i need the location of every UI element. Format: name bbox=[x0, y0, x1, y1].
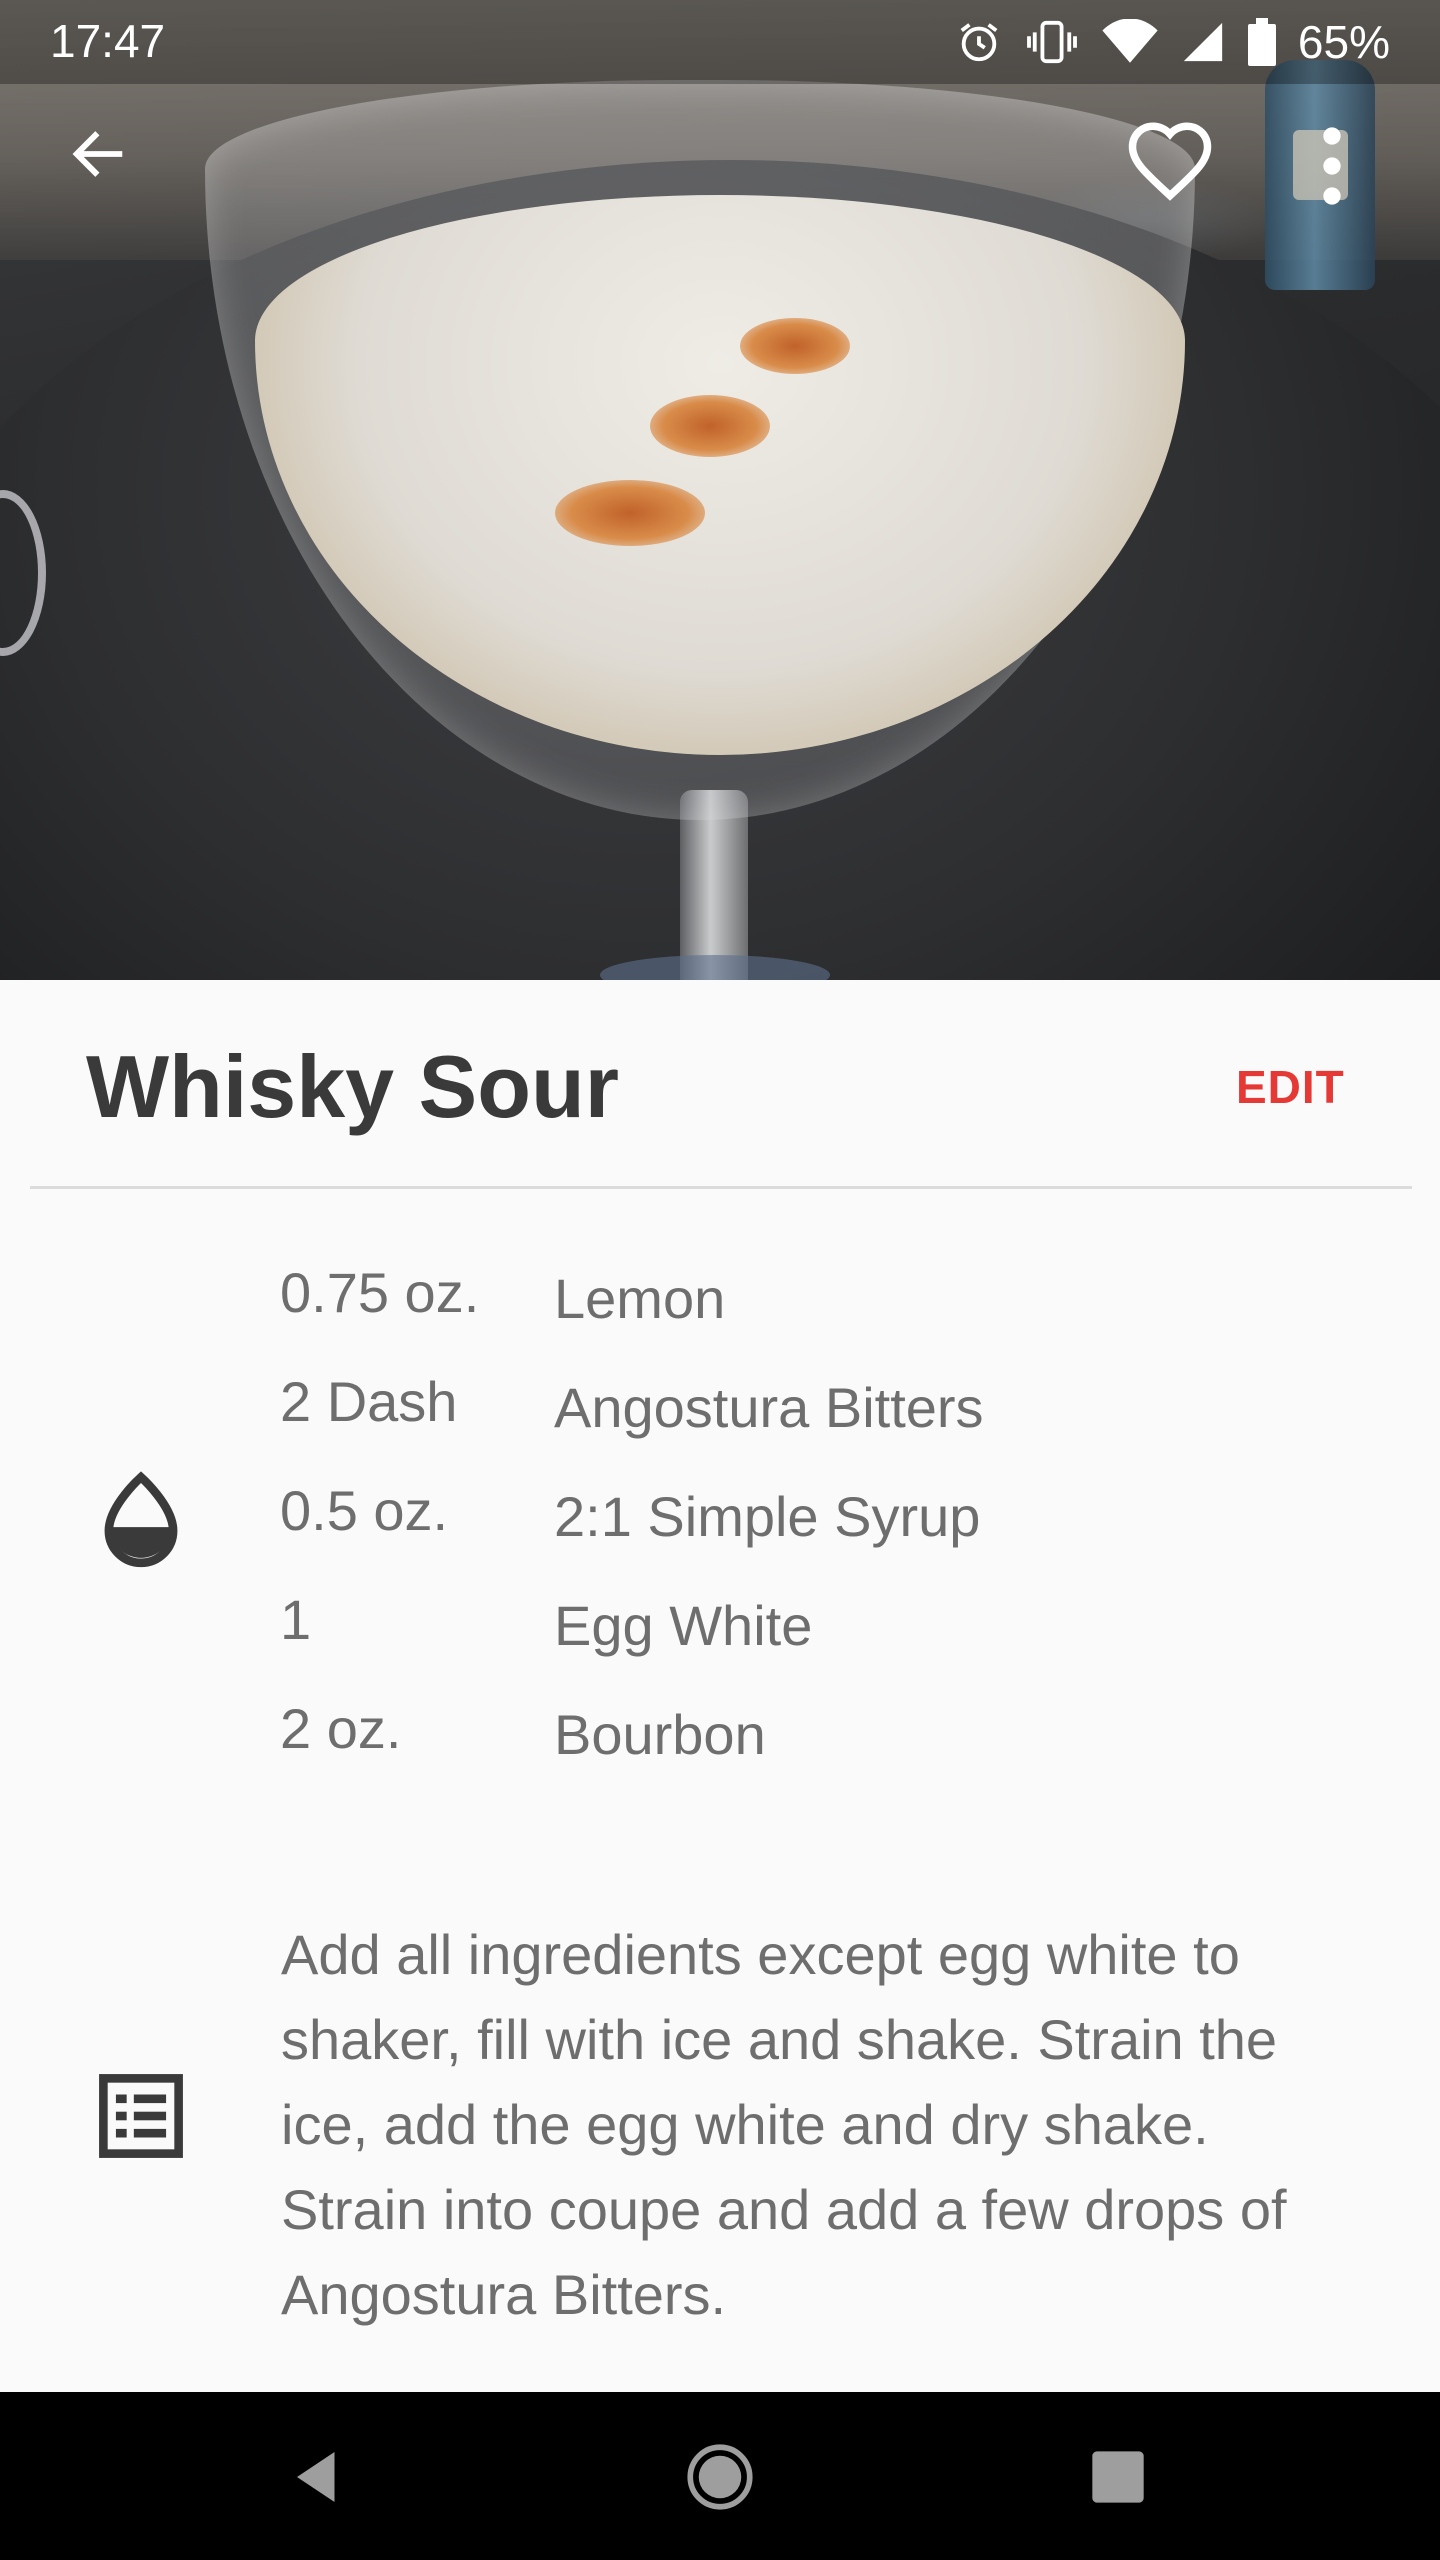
divider bbox=[30, 1186, 1412, 1189]
ingredient-name: Angostura Bitters bbox=[554, 1376, 984, 1439]
list-icon bbox=[99, 2074, 183, 2158]
recipe-details: Whisky Sour EDIT 0.75 oz. Lemon 2 Dash A… bbox=[0, 980, 1440, 2392]
ingredient-name: 2:1 Simple Syrup bbox=[554, 1485, 981, 1548]
ingredient-amount: 0.75 oz. bbox=[280, 1261, 480, 1324]
battery-percent: 65% bbox=[1297, 16, 1390, 68]
ingredient-row: 2 Dash Angostura Bitters bbox=[280, 1369, 1380, 1478]
photo-bitters-drop bbox=[650, 395, 770, 457]
instructions-text: Add all ingredients except egg white to … bbox=[281, 1923, 1287, 2326]
heart-outline-icon bbox=[1128, 122, 1212, 201]
status-bar: 17:47 65% bbox=[0, 0, 1440, 84]
favorite-button[interactable] bbox=[1122, 112, 1218, 208]
ingredient-amount: 1 bbox=[280, 1588, 312, 1651]
vibrate-icon bbox=[1027, 20, 1077, 64]
more-options-button[interactable] bbox=[1284, 118, 1380, 214]
ingredient-amount: 0.5 oz. bbox=[280, 1479, 449, 1542]
ingredient-name: Lemon bbox=[554, 1267, 726, 1330]
photo-bitters-drop bbox=[740, 318, 850, 374]
system-nav-bar bbox=[0, 2392, 1440, 2560]
nav-recents-button[interactable] bbox=[1073, 2432, 1163, 2522]
edit-button[interactable]: EDIT bbox=[1236, 1060, 1345, 1114]
ingredient-row: 0.5 oz. 2:1 Simple Syrup bbox=[280, 1478, 1380, 1587]
ingredient-row: 2 oz. Bourbon bbox=[280, 1696, 1380, 1805]
arrow-back-icon bbox=[72, 131, 123, 177]
nav-home-button[interactable] bbox=[675, 2432, 765, 2522]
status-icons: 65% bbox=[956, 14, 1390, 70]
ingredient-row: 1 Egg White bbox=[280, 1587, 1380, 1696]
wifi-icon bbox=[1102, 19, 1158, 63]
ingredient-name: Bourbon bbox=[554, 1703, 766, 1766]
status-time: 17:47 bbox=[50, 15, 166, 67]
drop-icon bbox=[104, 1471, 178, 1568]
cell-signal-icon bbox=[1183, 22, 1223, 62]
photo-bitters-drop bbox=[555, 480, 705, 546]
more-vert-icon bbox=[1323, 127, 1341, 205]
cocktail-photo bbox=[0, 0, 1440, 980]
ingredient-amount: 2 oz. bbox=[280, 1697, 402, 1760]
nav-recents-icon bbox=[1092, 2451, 1144, 2503]
ingredient-row: 0.75 oz. Lemon bbox=[280, 1260, 1380, 1369]
recipe-title: Whisky Sour bbox=[86, 1037, 619, 1136]
ingredient-list: 0.75 oz. Lemon 2 Dash Angostura Bitters … bbox=[280, 1260, 1380, 1805]
battery-icon bbox=[1247, 18, 1276, 66]
ingredient-amount: 2 Dash bbox=[280, 1370, 458, 1433]
nav-back-button[interactable] bbox=[272, 2432, 362, 2522]
ingredient-name: Egg White bbox=[554, 1594, 813, 1657]
back-button[interactable] bbox=[50, 106, 146, 202]
nav-home-icon bbox=[687, 2444, 753, 2510]
nav-back-icon bbox=[297, 2452, 335, 2502]
alarm-icon bbox=[960, 23, 998, 62]
